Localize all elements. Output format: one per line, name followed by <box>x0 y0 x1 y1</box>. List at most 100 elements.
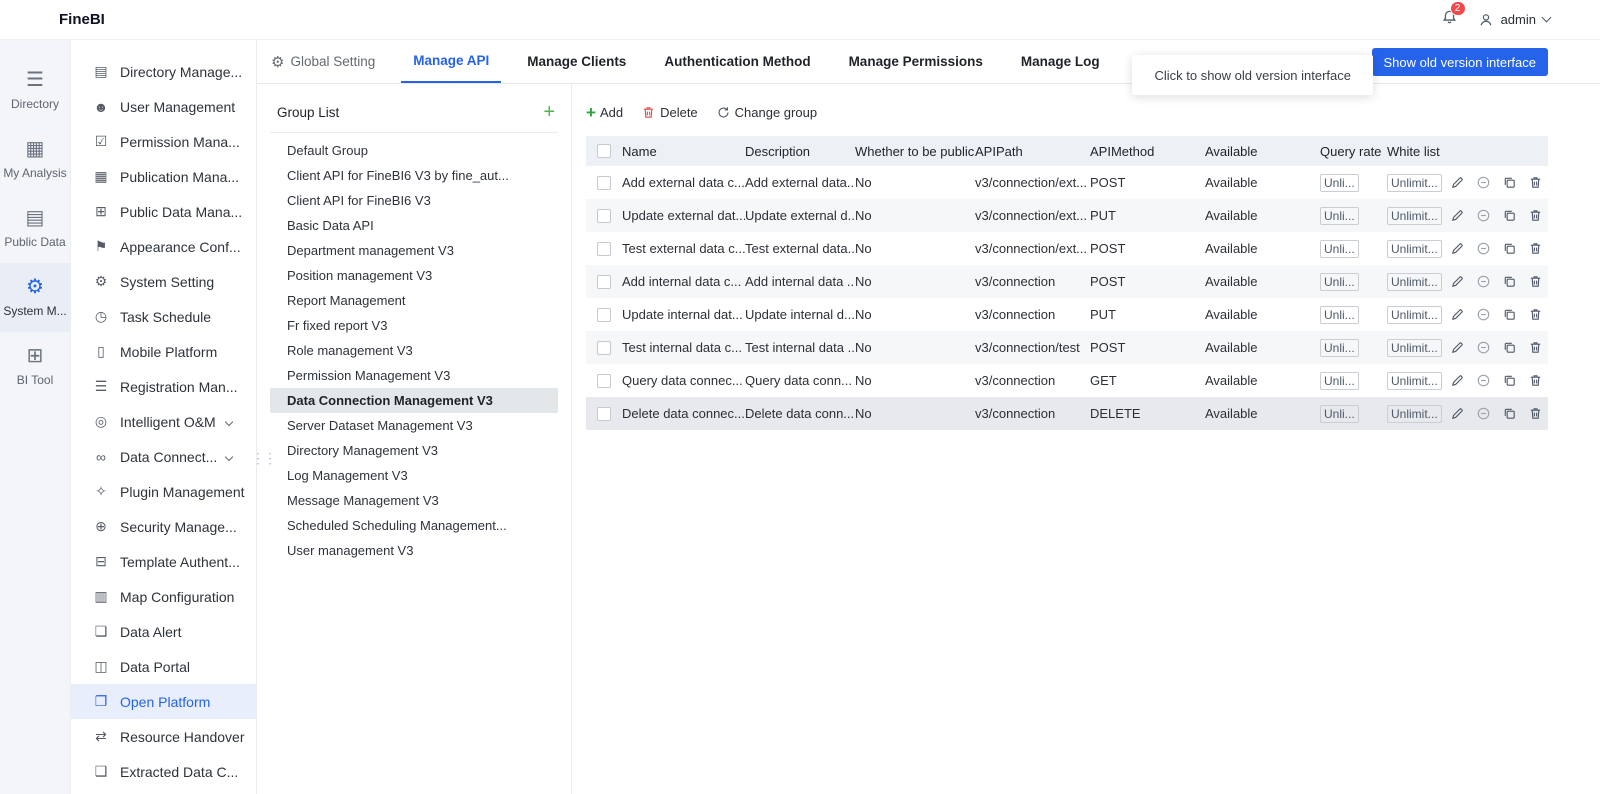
group-list-item[interactable]: User management V3 <box>270 538 558 563</box>
trash-icon[interactable] <box>1528 307 1543 322</box>
copy-icon[interactable] <box>1502 307 1517 322</box>
sidebar-item-system-setting[interactable]: ⚙ System Setting <box>71 264 256 299</box>
disable-icon[interactable] <box>1476 274 1491 289</box>
sidebar-item-resource-handover[interactable]: ⇄ Resource Handover <box>71 719 256 754</box>
rail-item-directory[interactable]: ☰ Directory <box>0 56 70 125</box>
group-list-item[interactable]: Department management V3 <box>270 238 558 263</box>
row-checkbox[interactable] <box>597 208 611 223</box>
edit-icon[interactable] <box>1450 175 1465 190</box>
notifications-button[interactable]: 2 <box>1441 0 1466 31</box>
white-list-link[interactable]: Unlimit... <box>1387 173 1442 192</box>
disable-icon[interactable] <box>1476 373 1491 388</box>
sidebar-item-public-data-management[interactable]: ⊞ Public Data Mana... <box>71 194 256 229</box>
tab-manage-permissions[interactable]: Manage Permissions <box>837 40 995 83</box>
disable-icon[interactable] <box>1476 241 1491 256</box>
sidebar-item-security-management[interactable]: ⊕ Security Manage... <box>71 509 256 544</box>
group-list-item[interactable]: Scheduled Scheduling Management... <box>270 513 558 538</box>
rail-item-public-data[interactable]: ▤ Public Data <box>0 194 70 263</box>
sidebar-item-registration-management[interactable]: ☰ Registration Man... <box>71 369 256 404</box>
edit-icon[interactable] <box>1450 241 1465 256</box>
query-rate-link[interactable]: Unli... <box>1320 272 1359 291</box>
edit-icon[interactable] <box>1450 340 1465 355</box>
table-row[interactable]: Update internal dat... Update internal d… <box>586 298 1548 331</box>
group-list-item[interactable]: Data Connection Management V3 <box>270 388 558 413</box>
table-row[interactable]: Add internal data c... Add internal data… <box>586 265 1548 298</box>
group-list-item[interactable]: Position management V3 <box>270 263 558 288</box>
white-list-link[interactable]: Unlimit... <box>1387 404 1442 423</box>
row-checkbox[interactable] <box>597 307 611 322</box>
tab-manage-log[interactable]: Manage Log <box>1009 40 1112 83</box>
white-list-link[interactable]: Unlimit... <box>1387 338 1442 357</box>
copy-icon[interactable] <box>1502 175 1517 190</box>
group-list-item[interactable]: Client API for FineBI6 V3 by fine_aut... <box>270 163 558 188</box>
row-checkbox[interactable] <box>597 406 611 421</box>
sidebar-item-user-management[interactable]: ☻ User Management <box>71 89 256 124</box>
add-button[interactable]: + Add <box>586 104 623 121</box>
row-checkbox[interactable] <box>597 175 611 190</box>
group-list-item[interactable]: Report Management <box>270 288 558 313</box>
white-list-link[interactable]: Unlimit... <box>1387 272 1442 291</box>
copy-icon[interactable] <box>1502 340 1517 355</box>
edit-icon[interactable] <box>1450 208 1465 223</box>
query-rate-link[interactable]: Unli... <box>1320 239 1359 258</box>
trash-icon[interactable] <box>1528 241 1543 256</box>
rail-item-bi-tool[interactable]: ⊞ BI Tool <box>0 332 70 401</box>
sidebar-item-data-connect[interactable]: ∞ Data Connect... <box>71 439 256 474</box>
copy-icon[interactable] <box>1502 373 1517 388</box>
edit-icon[interactable] <box>1450 307 1465 322</box>
add-group-button[interactable]: + <box>543 102 555 122</box>
trash-icon[interactable] <box>1528 208 1543 223</box>
row-checkbox[interactable] <box>597 340 611 355</box>
table-row[interactable]: Query data connec... Query data conn... … <box>586 364 1548 397</box>
trash-icon[interactable] <box>1528 373 1543 388</box>
sidebar-item-appearance-config[interactable]: ⚑ Appearance Conf... <box>71 229 256 264</box>
query-rate-link[interactable]: Unli... <box>1320 173 1359 192</box>
table-row[interactable]: Add external data c... Add external data… <box>586 166 1548 199</box>
group-list-item[interactable]: Basic Data API <box>270 213 558 238</box>
sidebar-item-data-portal[interactable]: ◫ Data Portal <box>71 649 256 684</box>
sidebar-item-extracted-data[interactable]: ❑ Extracted Data C... <box>71 754 256 789</box>
sidebar-item-directory-management[interactable]: ▤ Directory Manage... <box>71 54 256 89</box>
white-list-link[interactable]: Unlimit... <box>1387 371 1442 390</box>
edit-icon[interactable] <box>1450 274 1465 289</box>
delete-button[interactable]: Delete <box>641 105 698 120</box>
tab-global-setting[interactable]: ⚙ Global Setting <box>259 40 387 83</box>
select-all-checkbox[interactable] <box>597 144 611 158</box>
change-group-button[interactable]: Change group <box>716 105 817 120</box>
show-old-version-button[interactable]: Show old version interface <box>1371 48 1548 76</box>
user-menu[interactable]: admin <box>1478 12 1552 28</box>
row-checkbox[interactable] <box>597 241 611 256</box>
rail-item-my-analysis[interactable]: ▦ My Analysis <box>0 125 70 194</box>
query-rate-link[interactable]: Unli... <box>1320 338 1359 357</box>
white-list-link[interactable]: Unlimit... <box>1387 239 1442 258</box>
rail-item-system-management[interactable]: ⚙ System M... <box>0 263 70 332</box>
group-list-item[interactable]: Fr fixed report V3 <box>270 313 558 338</box>
white-list-link[interactable]: Unlimit... <box>1387 206 1442 225</box>
group-list-item[interactable]: Role management V3 <box>270 338 558 363</box>
sidebar-item-map-configuration[interactable]: ▥ Map Configuration <box>71 579 256 614</box>
tab-manage-api[interactable]: Manage API <box>401 40 502 83</box>
disable-icon[interactable] <box>1476 175 1491 190</box>
table-row[interactable]: Test internal data c... Test internal da… <box>586 331 1548 364</box>
trash-icon[interactable] <box>1528 274 1543 289</box>
query-rate-link[interactable]: Unli... <box>1320 305 1359 324</box>
query-rate-link[interactable]: Unli... <box>1320 371 1359 390</box>
sidebar-item-plugin-management[interactable]: ✧ Plugin Management <box>71 474 256 509</box>
sidebar-item-task-schedule[interactable]: ◷ Task Schedule <box>71 299 256 334</box>
copy-icon[interactable] <box>1502 274 1517 289</box>
query-rate-link[interactable]: Unli... <box>1320 404 1359 423</box>
trash-icon[interactable] <box>1528 406 1543 421</box>
group-list-item[interactable]: Directory Management V3 <box>270 438 558 463</box>
disable-icon[interactable] <box>1476 406 1491 421</box>
copy-icon[interactable] <box>1502 208 1517 223</box>
tab-manage-clients[interactable]: Manage Clients <box>515 40 638 83</box>
copy-icon[interactable] <box>1502 241 1517 256</box>
trash-icon[interactable] <box>1528 340 1543 355</box>
panel-resize-handle[interactable]: ⋮⋮ <box>251 450 277 467</box>
sidebar-item-permission-management[interactable]: ☑ Permission Mana... <box>71 124 256 159</box>
row-checkbox[interactable] <box>597 274 611 289</box>
table-row[interactable]: Update external dat... Update external d… <box>586 199 1548 232</box>
group-list-item[interactable]: Log Management V3 <box>270 463 558 488</box>
edit-icon[interactable] <box>1450 373 1465 388</box>
trash-icon[interactable] <box>1528 175 1543 190</box>
